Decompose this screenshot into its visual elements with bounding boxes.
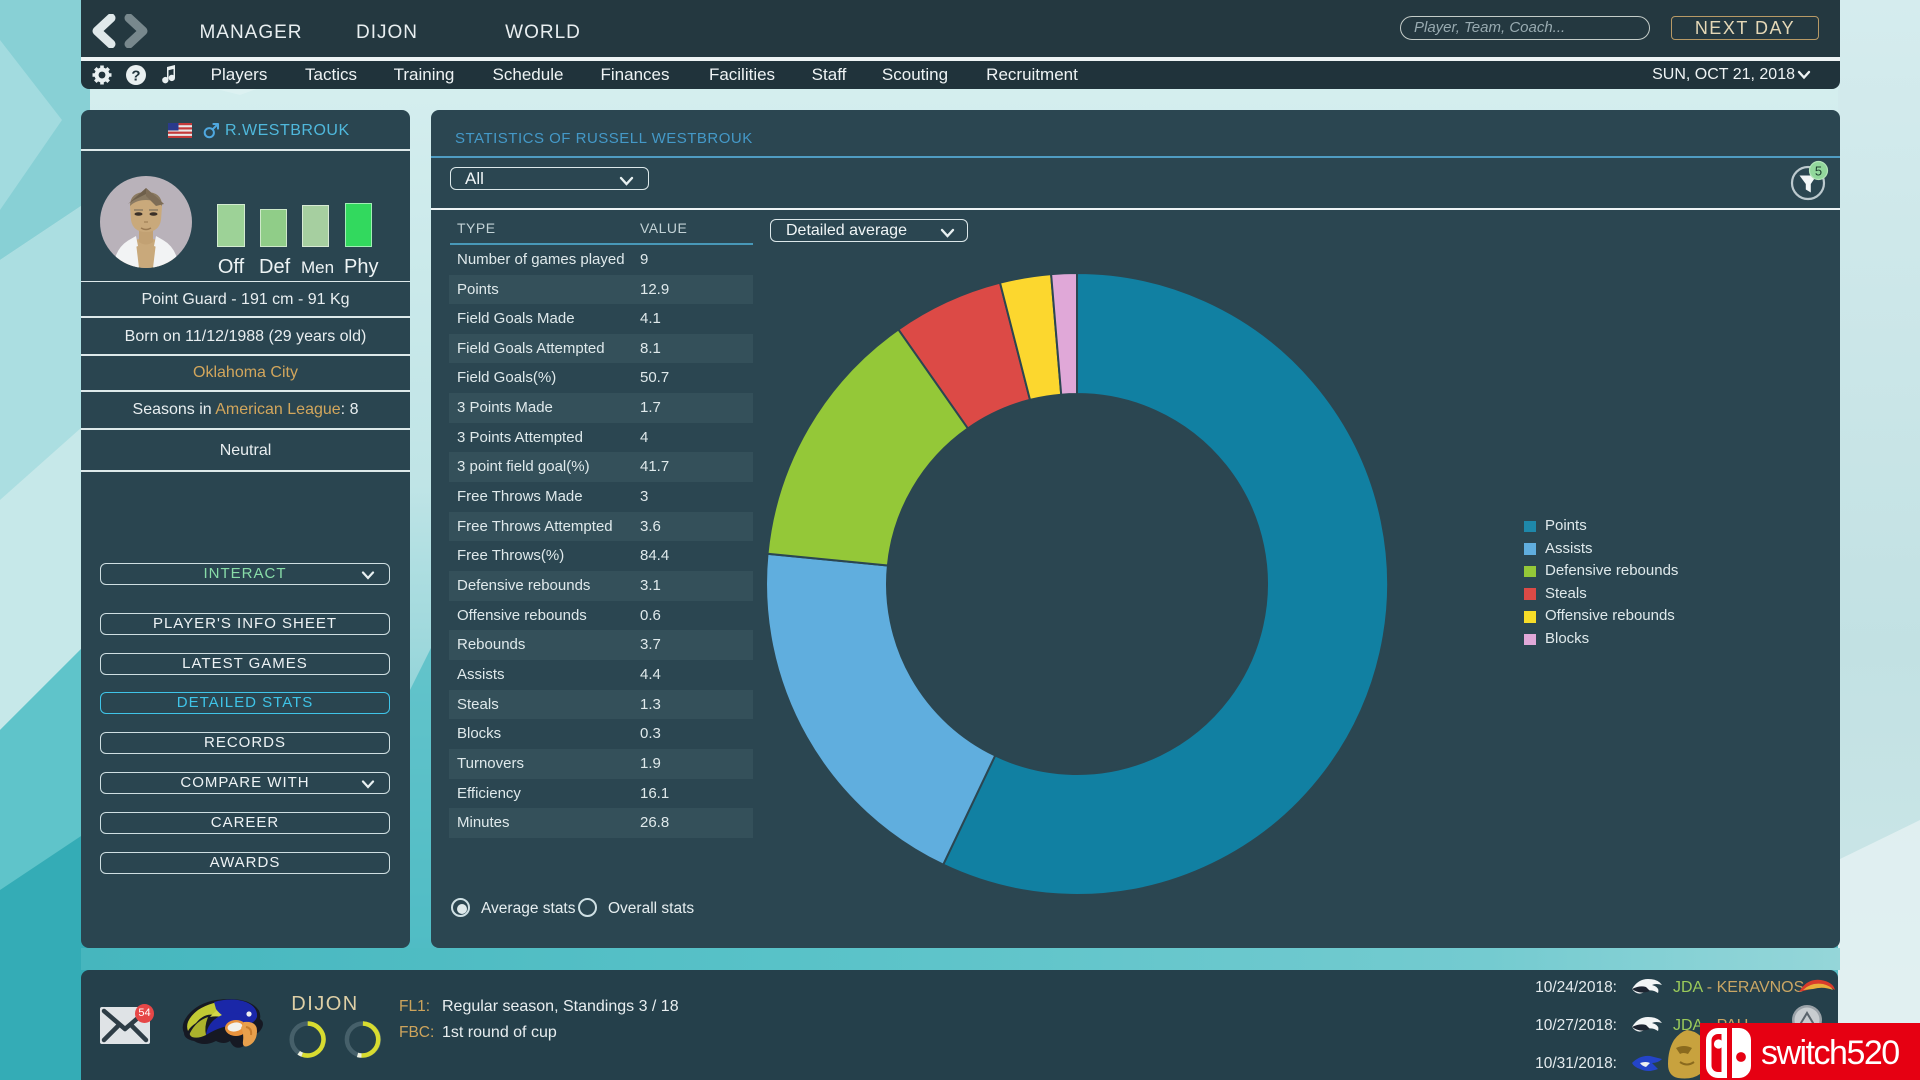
svg-text:?: ? bbox=[131, 67, 140, 84]
svg-text:5: 5 bbox=[1815, 164, 1822, 179]
